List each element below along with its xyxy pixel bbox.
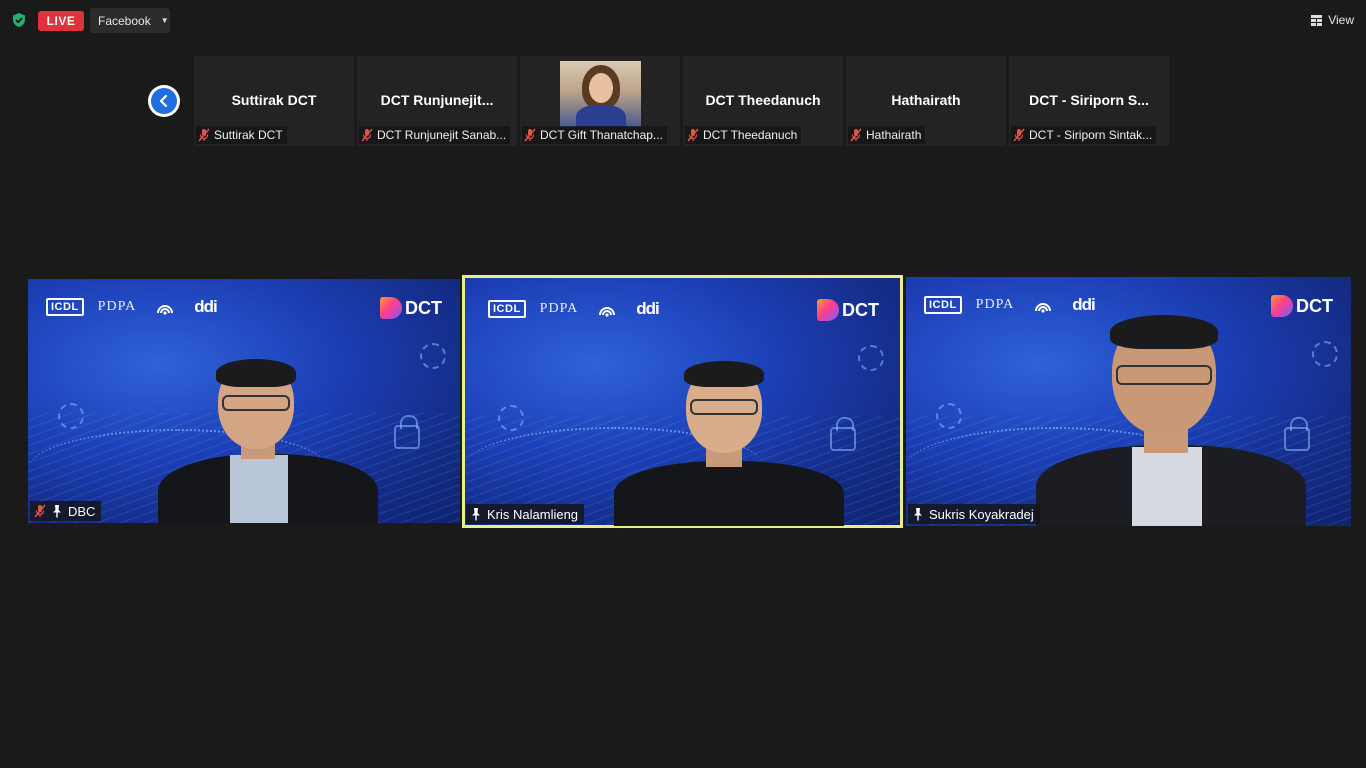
participant-video bbox=[158, 359, 378, 523]
gear-icon bbox=[936, 403, 962, 429]
participant-video bbox=[560, 61, 641, 127]
dct-logo-mark-icon bbox=[1271, 295, 1293, 317]
mic-muted-icon bbox=[198, 128, 210, 142]
meeting-topbar: LIVE Facebook ▼ View bbox=[0, 0, 1366, 40]
signal-logo-icon bbox=[157, 305, 174, 315]
participant-name-label: Hathairath bbox=[866, 128, 922, 142]
participant-display-name: Hathairath bbox=[891, 92, 961, 108]
participant-name-tag: DCT Gift Thanatchap... bbox=[522, 126, 667, 144]
dct-logo: DCT bbox=[380, 297, 442, 319]
participant-display-name: DCT Runjunejit... bbox=[380, 92, 494, 108]
pdpa-logo: PDPA bbox=[97, 299, 137, 314]
participant-display-name: Suttirak DCT bbox=[231, 92, 317, 108]
speaker-name-tag: Kris Nalamlieng bbox=[466, 504, 585, 524]
pin-icon bbox=[53, 505, 61, 518]
speaker-name-label: Sukris Koyakradej bbox=[929, 506, 1034, 522]
mic-muted-icon bbox=[687, 128, 699, 142]
participant-video bbox=[614, 361, 844, 526]
icdl-logo: ICDL bbox=[924, 296, 962, 314]
pin-icon bbox=[472, 508, 480, 521]
signal-logo-icon bbox=[1035, 303, 1052, 313]
icdl-logo: ICDL bbox=[488, 300, 526, 318]
ddi-logo: ddi bbox=[636, 299, 659, 318]
pdpa-logo: PDPA bbox=[539, 301, 579, 316]
participant-name-label: DCT - Siriporn Sintak... bbox=[1029, 128, 1153, 142]
participant-thumbnail[interactable]: Hathairath Hathairath bbox=[846, 56, 1006, 146]
ddi-logo: ddi bbox=[194, 297, 217, 316]
gear-icon bbox=[58, 403, 84, 429]
speaker-name-tag: Sukris Koyakradej bbox=[908, 504, 1040, 524]
icdl-logo: ICDL bbox=[46, 298, 84, 316]
pin-icon bbox=[914, 508, 922, 521]
virtual-background-logos: ICDL PDPA ddi bbox=[924, 295, 1096, 315]
signal-logo-icon bbox=[599, 307, 616, 317]
participant-name-tag: DCT - Siriporn Sintak... bbox=[1011, 126, 1157, 144]
chevron-down-icon: ▼ bbox=[160, 16, 169, 25]
participant-display-name: DCT Theedanuch bbox=[705, 92, 821, 108]
participant-name-label: DCT Runjunejit Sanab... bbox=[377, 128, 507, 142]
virtual-background-logos: ICDL PDPA ddi bbox=[46, 297, 218, 317]
mic-muted-icon bbox=[34, 504, 46, 518]
participant-name-label: Suttirak DCT bbox=[214, 128, 283, 142]
gear-icon bbox=[420, 343, 446, 369]
speaker-name-label: DBC bbox=[68, 503, 96, 519]
participant-video bbox=[1036, 315, 1306, 526]
mic-muted-icon bbox=[850, 128, 862, 142]
chevron-left-icon bbox=[159, 94, 168, 108]
speaker-video-tile[interactable]: ICDL PDPA ddi DCT Sukris Koyakradej bbox=[906, 277, 1351, 526]
participant-name-tag: Hathairath bbox=[848, 126, 926, 144]
gear-icon bbox=[498, 405, 524, 431]
dct-logo-text: DCT bbox=[405, 297, 442, 318]
participant-thumbnail[interactable]: DCT - Siriporn S... DCT - Siriporn Sinta… bbox=[1009, 56, 1169, 146]
dct-logo: DCT bbox=[817, 299, 879, 321]
dct-logo-text: DCT bbox=[842, 299, 879, 320]
participant-thumbnail[interactable]: DCT Runjunejit... DCT Runjunejit Sanab..… bbox=[357, 56, 517, 146]
speaker-video-tile-active[interactable]: ICDL PDPA ddi DCT Kris Nalamlieng bbox=[462, 275, 903, 528]
live-badge[interactable]: LIVE bbox=[38, 11, 84, 31]
previous-page-button[interactable] bbox=[148, 85, 180, 117]
participant-name-label: DCT Theedanuch bbox=[703, 128, 798, 142]
lock-icon bbox=[394, 415, 420, 449]
pdpa-logo: PDPA bbox=[975, 297, 1015, 312]
mic-muted-icon bbox=[524, 128, 536, 142]
mic-muted-icon bbox=[1013, 128, 1025, 142]
live-platform-label: Facebook bbox=[98, 13, 151, 28]
dct-logo-mark-icon bbox=[380, 297, 402, 319]
mic-muted-icon bbox=[361, 128, 373, 142]
speaker-name-tag: DBC bbox=[30, 501, 102, 521]
speaker-name-label: Kris Nalamlieng bbox=[487, 506, 579, 522]
participant-display-name: DCT - Siriporn S... bbox=[1029, 92, 1149, 108]
participant-name-tag: DCT Runjunejit Sanab... bbox=[359, 126, 511, 144]
dct-logo-text: DCT bbox=[1296, 295, 1333, 316]
speaker-video-tile[interactable]: ICDL PDPA ddi DCT DBC bbox=[28, 279, 460, 523]
participant-name-label: DCT Gift Thanatchap... bbox=[540, 128, 663, 142]
participant-name-tag: Suttirak DCT bbox=[196, 126, 287, 144]
live-platform-dropdown[interactable]: Facebook ▼ bbox=[90, 8, 170, 33]
gear-icon bbox=[1312, 341, 1338, 367]
participant-thumbnail[interactable]: DCT Theedanuch DCT Theedanuch bbox=[683, 56, 843, 146]
virtual-background-logos: ICDL PDPA ddi bbox=[488, 299, 660, 319]
gear-icon bbox=[858, 345, 884, 371]
ddi-logo: ddi bbox=[1072, 295, 1095, 314]
participant-thumbnail[interactable]: DCT Gift Thanatchap... bbox=[520, 56, 680, 146]
dct-logo-mark-icon bbox=[817, 299, 839, 321]
view-button[interactable]: View bbox=[1311, 10, 1354, 30]
grid-view-icon bbox=[1311, 14, 1323, 26]
dct-logo: DCT bbox=[1271, 295, 1333, 317]
shield-check-icon[interactable] bbox=[11, 12, 27, 28]
participant-name-tag: DCT Theedanuch bbox=[685, 126, 802, 144]
participant-thumbnail[interactable]: Suttirak DCT Suttirak DCT bbox=[194, 56, 354, 146]
view-label: View bbox=[1328, 13, 1354, 27]
